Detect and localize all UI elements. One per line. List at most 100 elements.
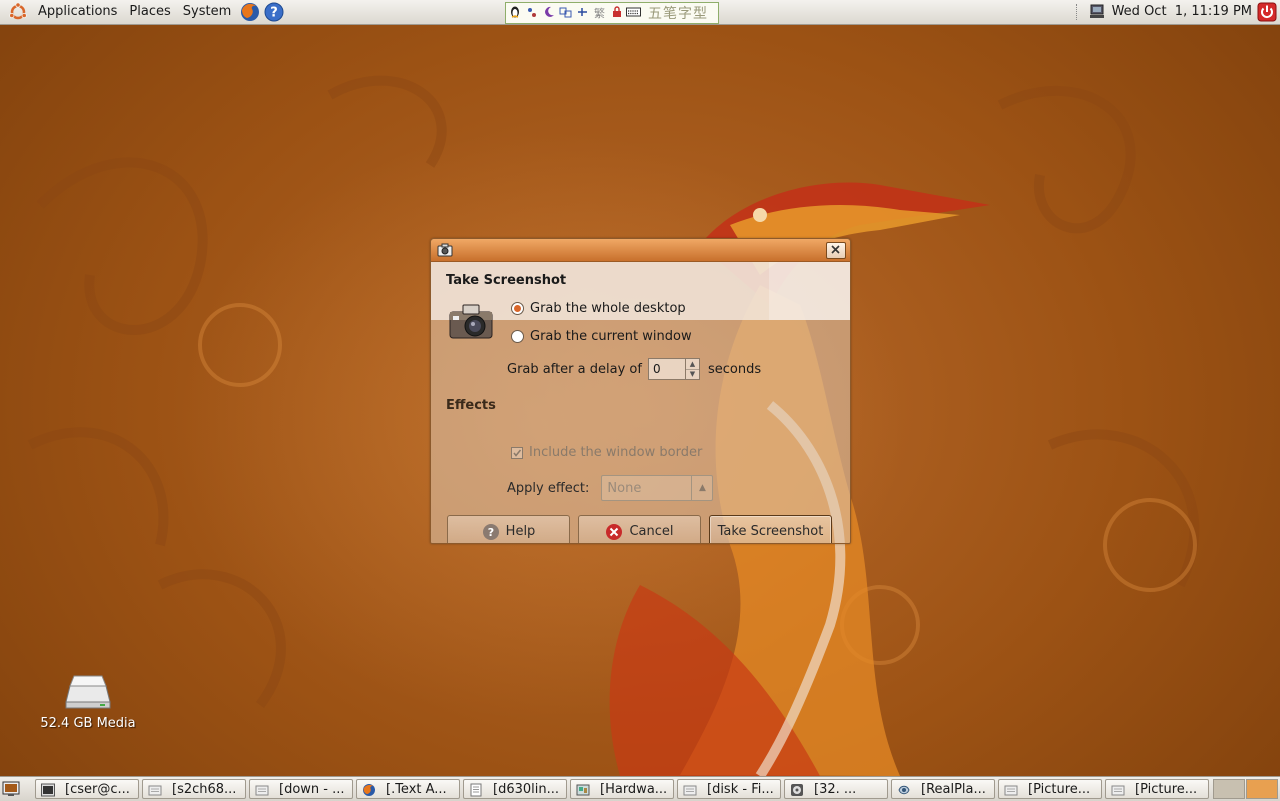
menu-applications[interactable]: Applications (32, 0, 123, 24)
firefox-icon[interactable] (239, 1, 261, 23)
dialog-titlebar[interactable] (431, 239, 850, 262)
cancel-button-label: Cancel (629, 524, 674, 539)
apply-effect-row: Apply effect: None ▲ (507, 475, 714, 501)
document-icon (1111, 785, 1125, 796)
firefox-icon (363, 784, 375, 796)
menu-system[interactable]: System (177, 0, 237, 24)
punctuation-icon[interactable] (523, 6, 540, 21)
task-down[interactable]: [down - ... (249, 779, 353, 799)
realplayer-icon (898, 785, 910, 795)
delay-value[interactable]: 0 (653, 362, 661, 376)
take-screenshot-dialog: Take Screenshot Grab the whole desktop G… (430, 238, 851, 544)
drive-icon[interactable] (64, 672, 112, 710)
task-label: [s2ch68... (172, 782, 237, 797)
link-icon[interactable] (574, 6, 591, 21)
panel-separator (1076, 4, 1079, 20)
task-pictures-2[interactable]: [Picture... (1105, 779, 1209, 799)
cancel-icon (606, 523, 623, 540)
task-label: [d630lin... (493, 782, 559, 797)
option-current-window[interactable]: Grab the current window (511, 327, 692, 345)
help-button-label: Help (505, 524, 536, 539)
soft-keyboard-icon[interactable] (557, 6, 574, 21)
radio-current-window[interactable] (511, 329, 524, 343)
camera-large-icon (449, 304, 493, 339)
workspace-2[interactable] (1246, 779, 1278, 799)
ime-mode-label[interactable]: 五笔字型 (648, 3, 708, 23)
task-label: [down - ... (279, 782, 345, 797)
text-file-icon (470, 783, 482, 797)
task-label: [RealPla... (921, 782, 986, 797)
workspace-1[interactable] (1213, 779, 1245, 799)
svg-text:?: ? (270, 6, 278, 21)
moon-icon[interactable] (540, 6, 557, 21)
include-border-row: Include the window border (511, 445, 702, 460)
hardware-icon (576, 784, 590, 796)
document-icon (683, 785, 697, 796)
ubuntu-logo-icon[interactable] (8, 2, 28, 22)
camera-icon (437, 243, 453, 257)
bottom-panel: [cser@c... [s2ch68... [down - ... [.Text… (0, 776, 1280, 801)
help-icon[interactable]: ? (263, 1, 285, 23)
spin-down-icon[interactable]: ▼ (684, 369, 699, 379)
checkmark-icon (513, 449, 522, 457)
desktop-icon-label[interactable]: 52.4 GB Media (30, 716, 146, 731)
apply-effect-value: None (607, 481, 642, 496)
combo-arrow-icon: ▲ (691, 476, 712, 500)
delay-row: Grab after a delay of 0 ▲ ▼ seconds (507, 357, 761, 381)
menu-places[interactable]: Places (123, 0, 176, 24)
document-icon (148, 785, 162, 796)
task-realplayer[interactable]: [RealPla... (891, 779, 995, 799)
take-screenshot-heading: Take Screenshot (446, 273, 567, 288)
task-label: [.Text A... (386, 782, 447, 797)
apply-effect-label: Apply effect: (507, 480, 590, 496)
task-label: [Picture... (1028, 782, 1091, 797)
shutdown-icon[interactable] (1257, 2, 1277, 22)
svg-text:?: ? (487, 526, 493, 539)
close-button[interactable] (826, 242, 846, 259)
task-label: [Hardwa... (600, 782, 668, 797)
close-icon (831, 245, 840, 254)
task-label: [disk - Fi... (707, 782, 774, 797)
help-button[interactable]: ? Help (447, 515, 570, 543)
option-current-window-label: Grab the current window (530, 328, 692, 344)
disc-icon (791, 784, 803, 796)
dialog-body: Take Screenshot Grab the whole desktop G… (431, 262, 850, 543)
lock-icon[interactable] (608, 5, 625, 21)
delay-prefix-label: Grab after a delay of (507, 361, 642, 377)
delay-spinbutton[interactable]: 0 ▲ ▼ (647, 358, 700, 380)
dialog-highlight-band-right (769, 262, 850, 320)
traditional-toggle[interactable]: 繁 (591, 5, 608, 21)
show-desktop-icon[interactable] (2, 780, 20, 798)
task-hardware[interactable]: [Hardwa... (570, 779, 674, 799)
task-d630lin[interactable]: [d630lin... (463, 779, 567, 799)
task-pictures-1[interactable]: [Picture... (998, 779, 1102, 799)
task-terminal[interactable]: [cser@c... (35, 779, 139, 799)
include-border-checkbox (511, 446, 523, 459)
task-disk[interactable]: [disk - Fi... (677, 779, 781, 799)
document-icon (1004, 785, 1018, 796)
take-screenshot-button[interactable]: Take Screenshot (709, 515, 832, 543)
apply-effect-combo: None ▲ (601, 475, 714, 501)
cancel-button[interactable]: Cancel (578, 515, 701, 543)
task-s2ch68[interactable]: [s2ch68... (142, 779, 246, 799)
radio-whole-desktop[interactable] (511, 301, 524, 315)
option-whole-desktop-label: Grab the whole desktop (530, 300, 686, 316)
task-32[interactable]: [32. ... (784, 779, 888, 799)
keyboard-icon[interactable] (625, 7, 642, 20)
tux-icon[interactable] (506, 5, 523, 21)
take-screenshot-button-label: Take Screenshot (717, 524, 824, 539)
task-label: [cser@c... (65, 782, 130, 797)
input-method-bar: 繁 五笔字型 (505, 2, 719, 24)
network-icon[interactable] (1089, 4, 1105, 20)
clock[interactable]: Wed Oct 1, 11:19 PM (1112, 0, 1252, 24)
help-icon: ? (482, 523, 499, 540)
terminal-icon (41, 783, 55, 797)
effects-heading: Effects (446, 398, 496, 413)
delay-suffix-label: seconds (707, 361, 762, 377)
task-label: [32. ... (814, 782, 857, 797)
task-text-a[interactable]: [.Text A... (356, 779, 460, 799)
document-icon (255, 785, 269, 796)
option-whole-desktop[interactable]: Grab the whole desktop (511, 299, 686, 317)
task-label: [Picture... (1135, 782, 1198, 797)
include-border-label: Include the window border (529, 445, 703, 460)
